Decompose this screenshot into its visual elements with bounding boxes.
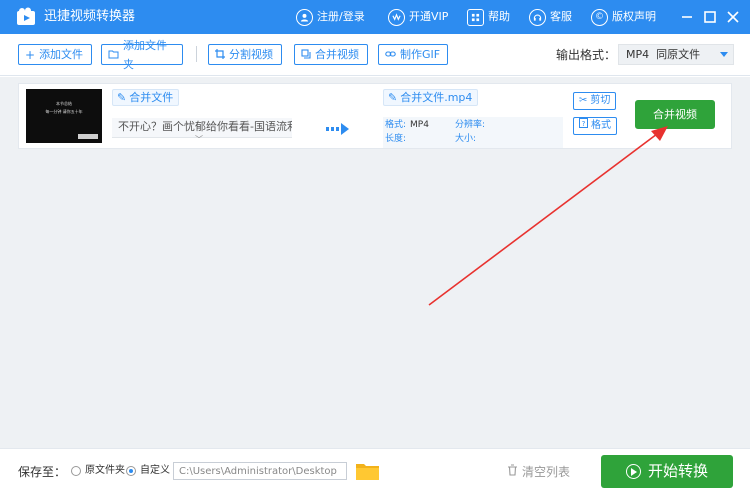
size-key: 大小: — [455, 134, 477, 144]
close-icon[interactable] — [726, 10, 740, 24]
footer-bar: 保存至： 原文件夹 自定义 清空列表 开始转换 — [0, 448, 750, 494]
cut-button[interactable]: ✂ 剪切 — [573, 92, 617, 110]
headset-icon — [529, 8, 546, 26]
dropdown-caret-icon — [720, 52, 728, 57]
start-convert-label: 开始转换 — [647, 462, 708, 480]
app-title: 迅捷视频转换器 — [44, 9, 136, 24]
make-gif-button[interactable]: 制作GIF — [378, 44, 448, 65]
add-folder-label: 添加文件夹 — [123, 38, 167, 71]
output-format-select[interactable]: MP4 同原文件 — [618, 44, 734, 65]
vip-icon — [388, 8, 405, 26]
radio-custom[interactable] — [126, 466, 136, 476]
maximize-icon[interactable] — [703, 10, 717, 24]
expand-chevron-icon[interactable]: ﹀ — [195, 136, 203, 144]
format-label: 格式 — [591, 120, 611, 131]
convert-arrow-icon — [326, 123, 349, 135]
split-video-label: 分割视频 — [229, 48, 273, 61]
merge-video-action-button[interactable]: 合并视频 — [635, 100, 715, 129]
help-label: 帮助 — [488, 10, 510, 23]
thumbnail-watermark — [78, 134, 98, 139]
copyright-icon: © — [591, 8, 608, 26]
save-path-input[interactable] — [173, 462, 347, 480]
output-format-value: MP4 同原文件 — [626, 48, 701, 61]
merge-video-button[interactable]: 合并视频 — [294, 44, 368, 65]
folder-icon — [108, 49, 119, 61]
service-link[interactable]: 客服 — [529, 8, 572, 26]
save-to-label: 保存至： — [18, 465, 67, 479]
vip-label: 开通VIP — [409, 10, 449, 23]
output-format-label: 输出格式： — [556, 48, 617, 62]
minimize-icon[interactable] — [680, 10, 694, 24]
add-folder-button[interactable]: 添加文件夹 — [101, 39, 183, 71]
pencil-icon: ✎ — [117, 91, 127, 104]
vip-link[interactable]: 开通VIP — [388, 8, 448, 26]
scissors-icon: ✂ — [579, 95, 588, 106]
duration-key: 长度: — [385, 134, 407, 144]
source-rename-tag[interactable]: ✎ 合并文件 — [112, 89, 180, 106]
user-icon — [296, 8, 313, 26]
format-value: MP4 — [410, 120, 429, 130]
service-label: 客服 — [550, 10, 572, 23]
svg-text:?: ? — [582, 120, 586, 128]
target-file-info: 格式: MP4 分辨率: 长度: 大小: — [383, 117, 563, 148]
target-tag-label: 合并文件.mp4 — [400, 91, 473, 104]
file-list-item: 本节总结 每一分钟 请你五十年 ✎ 合并文件 不开心？画个忧郁给你看看-国语流利… — [18, 83, 732, 149]
register-login-link[interactable]: 注册/登录 — [296, 8, 365, 26]
browse-folder-icon[interactable] — [356, 462, 379, 480]
toolbar: + 添加文件 添加文件夹 分割视频 合并视频 制作GIF 输出格式： MP4 同… — [0, 34, 750, 76]
plus-icon: + — [25, 47, 36, 62]
radio-original-folder-label: 原文件夹 — [85, 465, 125, 476]
thumbnail-caption-1: 本节总结 — [56, 101, 72, 106]
add-file-button[interactable]: + 添加文件 — [18, 44, 92, 65]
file-list-area: 本节总结 每一分钟 请你五十年 ✎ 合并文件 不开心？画个忧郁给你看看-国语流利… — [0, 77, 750, 448]
play-icon — [625, 464, 641, 479]
crop-icon — [215, 48, 225, 61]
target-rename-tag[interactable]: ✎ 合并文件.mp4 — [383, 89, 479, 106]
toolbar-divider — [196, 46, 197, 62]
thumbnail-caption-2: 每一分钟 请你五十年 — [45, 109, 83, 114]
start-convert-button[interactable]: 开始转换 — [601, 455, 733, 488]
clear-list-label: 清空列表 — [522, 464, 571, 479]
radio-original-folder[interactable] — [71, 466, 81, 476]
app-logo-icon — [17, 7, 35, 25]
cut-label: 剪切 — [590, 95, 611, 106]
split-video-button[interactable]: 分割视频 — [208, 44, 282, 65]
help-icon — [467, 8, 484, 26]
video-thumbnail: 本节总结 每一分钟 请你五十年 — [26, 89, 102, 143]
resolution-key: 分辨率: — [455, 120, 486, 130]
radio-custom-label: 自定义 — [140, 465, 170, 476]
pencil-icon: ✎ — [388, 91, 398, 104]
make-gif-label: 制作GIF — [400, 48, 441, 61]
merge-icon — [301, 48, 311, 61]
format-key: 格式: — [385, 120, 407, 130]
add-file-label: 添加文件 — [39, 48, 84, 61]
format-button[interactable]: ? 格式 — [573, 117, 617, 135]
title-bar: 迅捷视频转换器 注册/登录 开通VIP 帮助 客服 © 版权声明 — [0, 0, 750, 34]
copyright-link[interactable]: © 版权声明 — [591, 8, 656, 26]
copyright-label: 版权声明 — [612, 10, 656, 23]
register-login-label: 注册/登录 — [317, 10, 365, 23]
trash-icon — [507, 464, 518, 480]
merge-video-label: 合并视频 — [315, 48, 359, 61]
source-tag-label: 合并文件 — [129, 91, 174, 104]
clear-list-button[interactable]: 清空列表 — [507, 464, 570, 480]
link-icon — [385, 49, 396, 61]
question-icon: ? — [579, 118, 588, 134]
help-link[interactable]: 帮助 — [467, 8, 510, 26]
